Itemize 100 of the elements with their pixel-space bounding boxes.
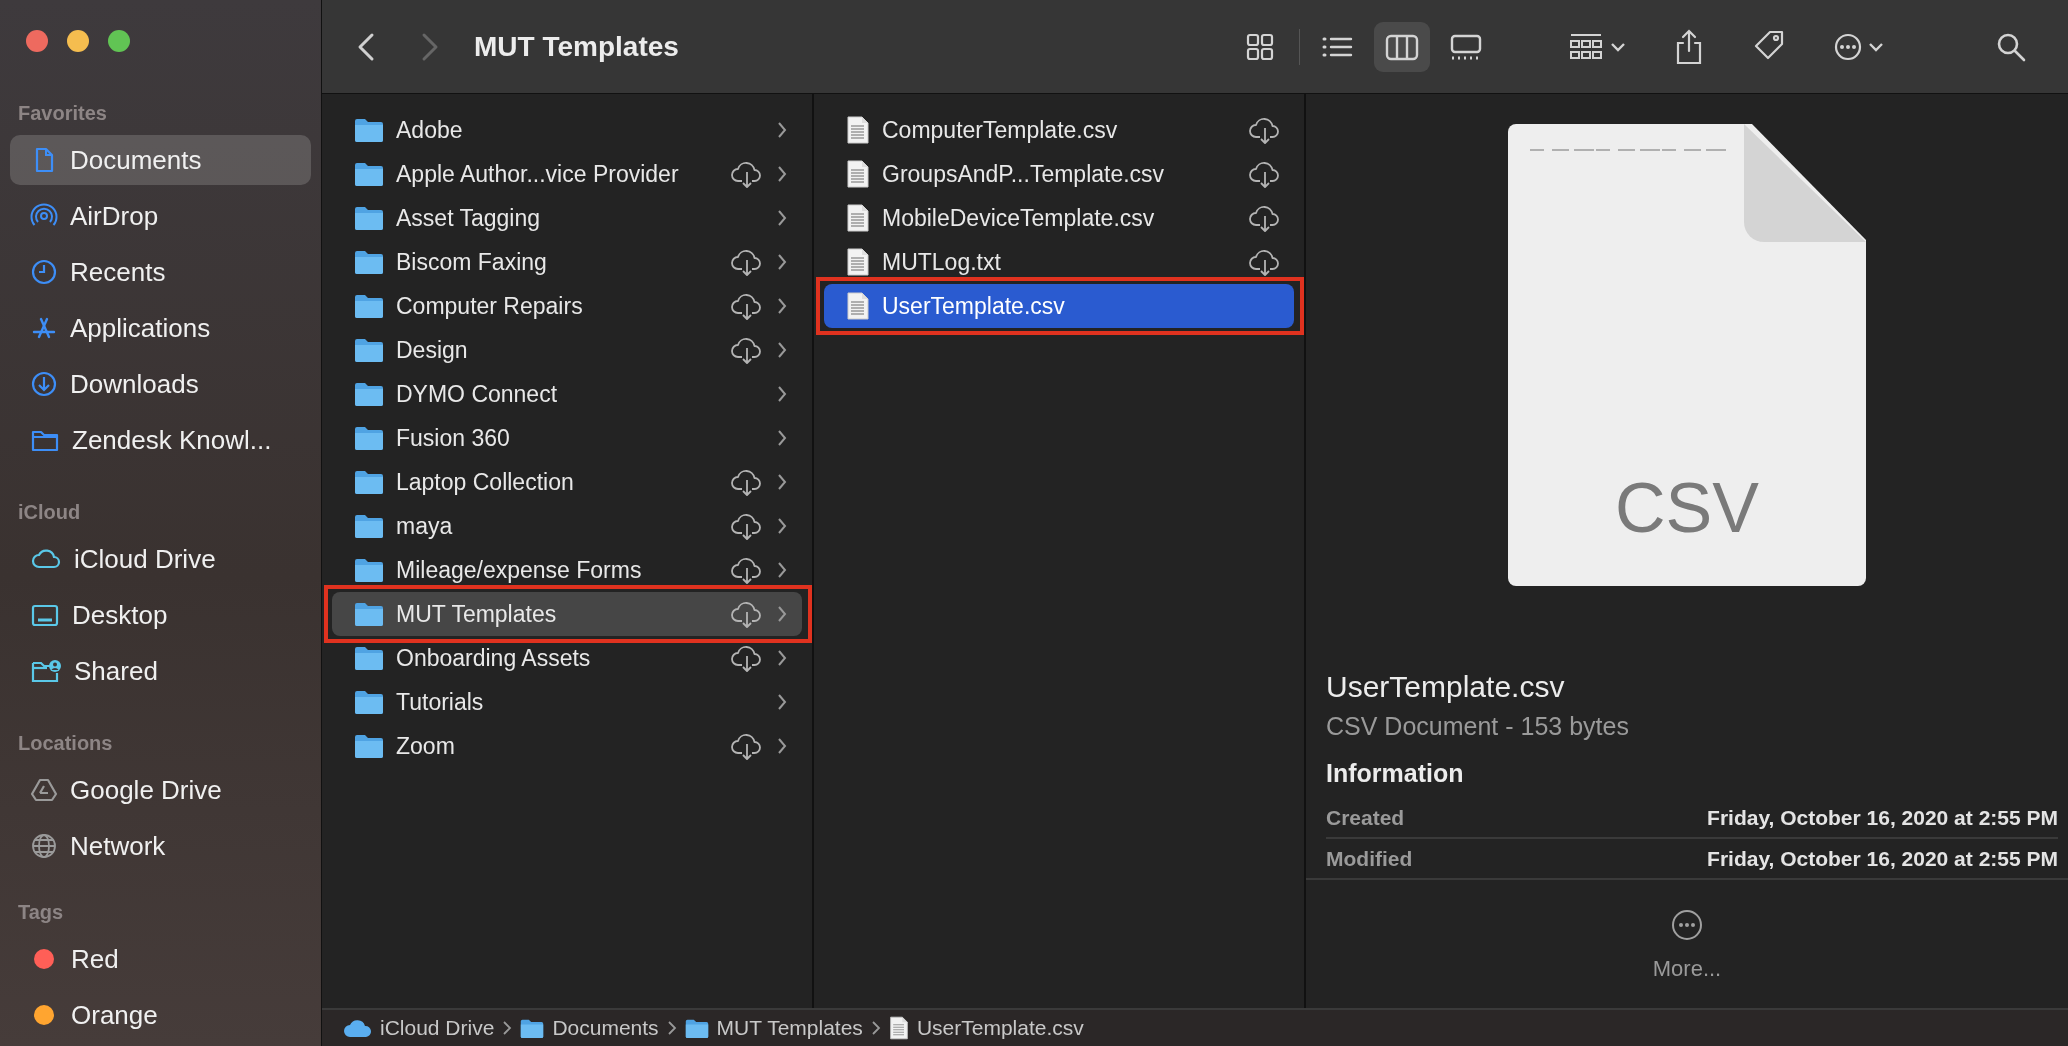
file-description: CSV Document - 153 bytes (1326, 712, 1629, 741)
info-label: Modified (1326, 847, 1413, 871)
folder-name: Adobe (396, 116, 464, 144)
file-row[interactable]: UserTemplate.csv (824, 284, 1294, 328)
more-button[interactable]: More... (1652, 956, 1722, 982)
folder-name: Fusion 360 (396, 424, 511, 452)
folder-name: Computer Repairs (396, 292, 584, 320)
document-icon (846, 292, 870, 320)
sidebar-item[interactable]: Applications (10, 303, 311, 353)
folder-row[interactable]: Laptop Collection (332, 460, 802, 504)
document-icon (846, 248, 870, 276)
sidebar-item[interactable]: Downloads (10, 359, 311, 409)
folder-row[interactable]: Tutorials (332, 680, 802, 724)
sidebar-section-title: Tags (17, 900, 64, 925)
download-icon (30, 370, 58, 398)
folder-icon (354, 249, 384, 275)
file-name: UserTemplate.csv (1326, 670, 1565, 704)
folder-icon (354, 425, 384, 451)
chevron-icon (666, 1020, 677, 1036)
sidebar-section-title: Locations (17, 731, 113, 756)
folder-name: Mileage/expense Forms (396, 556, 643, 584)
zoom-button[interactable] (108, 30, 130, 52)
folder-row[interactable]: Zoom (332, 724, 802, 768)
folder-row[interactable]: Biscom Faxing (332, 240, 802, 284)
folder-row[interactable]: maya (332, 504, 802, 548)
chevron-icon (776, 516, 788, 536)
sidebar-item[interactable]: Red (10, 934, 311, 984)
chevron-icon (776, 296, 788, 316)
folder-name: maya (396, 512, 454, 540)
info-value: Friday, October 16, 2020 at 2:55 PM (1707, 847, 2058, 871)
section-heading: Information (1326, 759, 1464, 788)
sidebar-item[interactable]: iCloud Drive (10, 534, 311, 584)
file-name: MobileDeviceTemplate.csv (882, 204, 1156, 232)
folder-icon (354, 557, 384, 583)
path-item[interactable]: UserTemplate.csv (916, 1016, 1084, 1040)
folder-icon (354, 645, 384, 671)
sidebar-item[interactable]: Network (10, 821, 311, 871)
more-icon[interactable] (1670, 908, 1704, 942)
folder-name: Zoom (396, 732, 456, 760)
folder-name: Onboarding Assets (396, 644, 592, 672)
file-row[interactable]: MUTLog.txt (824, 240, 1294, 284)
folder-icon (354, 689, 384, 715)
folder-icon (354, 205, 384, 231)
folder-row[interactable]: MUT Templates (332, 592, 802, 636)
folder-icon (354, 469, 384, 495)
path-item[interactable]: Documents (552, 1016, 659, 1040)
close-button[interactable] (26, 30, 48, 52)
chevron-icon (776, 340, 788, 360)
folder-row[interactable]: Fusion 360 (332, 416, 802, 460)
sidebar-item[interactable]: Desktop (10, 590, 311, 640)
info-value: Friday, October 16, 2020 at 2:55 PM (1707, 806, 2058, 830)
sidebar-item[interactable]: Recents (10, 247, 311, 297)
info-label: Created (1326, 806, 1405, 830)
sidebar-section-title: Favorites (17, 101, 107, 126)
folder-row[interactable]: Asset Tagging (332, 196, 802, 240)
folder-row[interactable]: Apple Author...vice Provider (332, 152, 802, 196)
folder-name: DYMO Connect (396, 380, 559, 408)
folder-row[interactable]: Adobe (332, 108, 802, 152)
chevron-down-icon (1610, 41, 1626, 52)
sidebar-item[interactable]: Zendesk Knowl... (10, 415, 311, 465)
view-mode-button[interactable] (1374, 21, 1430, 72)
file-name: GroupsAndP...Template.csv (882, 160, 1166, 188)
folder-row[interactable]: Onboarding Assets (332, 636, 802, 680)
folder-icon (354, 293, 384, 319)
clock-icon (30, 258, 58, 286)
folder-icon (354, 381, 384, 407)
file-row[interactable]: ComputerTemplate.csv (824, 108, 1294, 152)
chevron-icon (776, 560, 788, 580)
document-icon (888, 1016, 909, 1040)
sidebar-item[interactable]: Documents (10, 135, 311, 185)
file-name: ComputerTemplate.csv (882, 116, 1119, 144)
sidebar-item[interactable]: AirDrop (10, 191, 311, 241)
chevron-icon (776, 252, 788, 272)
chevron-icon (776, 120, 788, 140)
folder-icon (354, 513, 384, 539)
folder-row[interactable]: Mileage/expense Forms (332, 548, 802, 592)
file-row[interactable]: GroupsAndP...Template.csv (824, 152, 1294, 196)
minimize-button[interactable] (67, 30, 89, 52)
chevron-icon (870, 1020, 881, 1036)
sidebar-item[interactable]: Google Drive (10, 765, 311, 815)
folder-row[interactable]: Computer Repairs (332, 284, 802, 328)
folder-icon (354, 601, 384, 627)
sidebar-item[interactable]: Orange (10, 990, 311, 1040)
file-row[interactable]: MobileDeviceTemplate.csv (824, 196, 1294, 240)
path-item[interactable]: iCloud Drive (380, 1016, 495, 1040)
path-item[interactable]: MUT Templates (716, 1016, 863, 1040)
shared-folder-icon (30, 657, 62, 685)
chevron-icon (776, 208, 788, 228)
document-icon (846, 160, 870, 188)
folder-name: Asset Tagging (396, 204, 542, 232)
folder-icon (354, 733, 384, 759)
folder-name: Apple Author...vice Provider (396, 160, 680, 188)
sidebar-item[interactable]: Shared (10, 646, 311, 696)
folder-icon (354, 161, 384, 187)
folder-name: Laptop Collection (396, 468, 575, 496)
folder-row[interactable]: Design (332, 328, 802, 372)
folder-name: Biscom Faxing (396, 248, 548, 276)
chevron-icon (776, 648, 788, 668)
chevron-icon (776, 604, 788, 624)
folder-row[interactable]: DYMO Connect (332, 372, 802, 416)
